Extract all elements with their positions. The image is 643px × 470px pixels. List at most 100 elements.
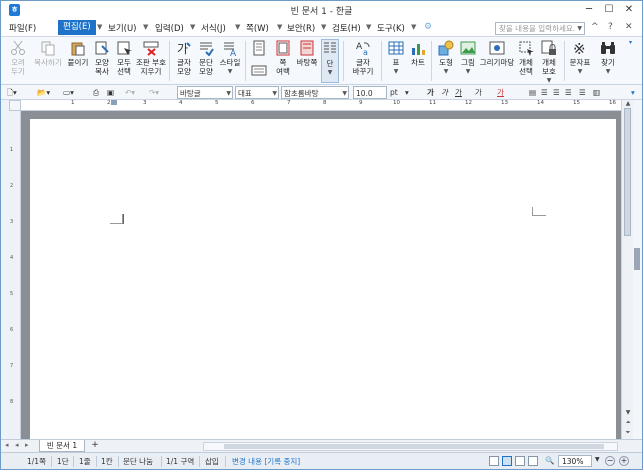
chevron-down-icon[interactable]: ▼ xyxy=(435,67,457,76)
save-icon[interactable]: ▭▾ xyxy=(63,86,74,99)
zoom-fit-icon[interactable] xyxy=(528,456,538,466)
ribbon-expand-icon[interactable]: ▾ xyxy=(629,39,632,46)
cut-button[interactable]: 오려 두기 xyxy=(5,39,31,83)
chevron-down-icon[interactable]: ▼ xyxy=(190,23,195,31)
zoom-input[interactable]: 130% xyxy=(558,455,592,467)
menu-review[interactable]: 검토(H) xyxy=(332,22,361,34)
add-tab-button[interactable]: + xyxy=(89,440,101,452)
chevron-down-icon[interactable]: ▼ xyxy=(322,68,338,77)
menu-format[interactable]: 서식(J) xyxy=(201,22,226,34)
format-copy-button[interactable]: 모양 복사 xyxy=(91,39,113,83)
status-insert-mode[interactable]: 삽입 xyxy=(205,456,219,467)
menu-file[interactable]: 파일(F) xyxy=(9,22,36,34)
quick-access-icon[interactable]: ⚙ xyxy=(424,22,432,32)
column-button[interactable]: 단 ▼ xyxy=(321,39,339,83)
find-button[interactable]: 찾기 ▼ xyxy=(597,39,619,83)
help-icon[interactable]: ? xyxy=(608,22,613,32)
zoom-in-icon[interactable]: + xyxy=(619,456,629,466)
unit-dropdown-icon[interactable]: ▾ xyxy=(405,86,409,99)
chevron-down-icon[interactable]: ▼ xyxy=(577,23,582,34)
align-justify-icon[interactable]: ▤ xyxy=(529,86,536,99)
font-lang-select[interactable]: 대표 ▼ xyxy=(235,86,279,99)
chevron-down-icon[interactable]: ▼ xyxy=(457,67,479,76)
picture-button[interactable]: 그림 ▼ xyxy=(457,39,479,83)
font-select[interactable]: 함초롬바탕 ▼ xyxy=(281,86,349,99)
panel-grip-icon[interactable] xyxy=(634,248,640,270)
copy-button[interactable]: 복사하기 xyxy=(31,39,65,83)
chevron-down-icon[interactable]: ▼ xyxy=(272,87,277,100)
chevron-down-icon[interactable]: ▼ xyxy=(277,23,282,31)
menu-page[interactable]: 쪽(W) xyxy=(246,22,269,34)
select-all-button[interactable]: 모두 선택 xyxy=(113,39,135,83)
font-color-button[interactable]: 가 xyxy=(497,86,504,99)
align-left-icon[interactable]: ☰ xyxy=(541,86,548,99)
status-page[interactable]: 1/1쪽 xyxy=(27,456,46,467)
horizontal-scrollbar[interactable] xyxy=(203,442,618,451)
object-protect-button[interactable]: 개체 보호 ▼ xyxy=(537,39,561,85)
hscroll-thumb[interactable] xyxy=(224,444,604,449)
replace-char-button[interactable]: Aa 글자 바꾸기 xyxy=(349,39,377,83)
page-view-mode-icon[interactable] xyxy=(502,456,512,466)
zoom-dropdown-icon[interactable]: ▼ xyxy=(595,456,600,463)
chevron-down-icon[interactable]: ▼ xyxy=(366,23,371,31)
chevron-down-icon[interactable]: ▼ xyxy=(97,23,102,31)
menu-edit[interactable]: 편집(E) xyxy=(58,20,96,35)
menu-insert[interactable]: 입력(D) xyxy=(155,22,184,34)
shape-button[interactable]: 도형 ▼ xyxy=(435,39,457,83)
char-shape-button[interactable]: 가 글자 모양 xyxy=(173,39,195,83)
chevron-down-icon[interactable]: ▼ xyxy=(385,67,407,76)
menu-security[interactable]: 보안(R) xyxy=(287,22,315,34)
drawing-gallery-button[interactable]: 그리기마당 xyxy=(479,39,515,83)
paste-button[interactable]: 붙이기 xyxy=(65,39,91,83)
magnifier-icon[interactable]: 🔍 xyxy=(545,456,554,465)
preview-icon[interactable]: ▣ xyxy=(107,86,114,99)
chevron-down-icon[interactable]: ▼ xyxy=(217,67,243,76)
print-icon[interactable]: ⎙ xyxy=(93,86,99,99)
menu-view[interactable]: 보기(U) xyxy=(108,22,137,34)
vertical-scrollbar[interactable]: ▲ ▼ ⏶ ⏷ xyxy=(621,100,633,439)
para-shape-button[interactable]: 문단 모양 xyxy=(195,39,217,83)
tab-prev-icon[interactable]: ◂ xyxy=(15,441,19,449)
status-track-changes[interactable]: 변경 내용 [기록 중지] xyxy=(232,456,300,467)
ruler-corner[interactable] xyxy=(9,100,21,111)
undo-icon[interactable]: ↶▾ xyxy=(125,86,135,99)
chevron-down-icon[interactable]: ▼ xyxy=(226,87,231,100)
clear-codes-button[interactable]: 조판 부호 지우기 xyxy=(135,39,167,83)
chevron-down-icon[interactable]: ▼ xyxy=(411,23,416,31)
object-select-button[interactable]: 개체 선택 xyxy=(515,39,537,83)
redo-icon[interactable]: ↷▾ xyxy=(149,86,159,99)
align-right-icon[interactable]: ☰ xyxy=(565,86,572,99)
bold-button[interactable]: 가 xyxy=(427,86,434,99)
view-mode-icon[interactable] xyxy=(489,456,499,466)
chevron-down-icon[interactable]: ▼ xyxy=(567,67,593,76)
menu-tools[interactable]: 도구(K) xyxy=(377,22,405,34)
full-screen-icon[interactable] xyxy=(515,456,525,466)
new-document-icon[interactable]: 🗋▾ xyxy=(7,86,17,99)
tab-next-icon[interactable]: ▸ xyxy=(25,441,29,449)
help-search-input[interactable]: 찾을 내용을 입력하세요. ▼ xyxy=(495,22,585,35)
style-button[interactable]: A 스타일 ▼ xyxy=(217,39,243,83)
vertical-ruler[interactable]: 1 2 3 4 5 6 7 8 xyxy=(9,111,21,439)
zoom-out-icon[interactable]: − xyxy=(605,456,615,466)
background-page-button[interactable]: 바탕쪽 xyxy=(295,39,319,83)
scroll-thumb[interactable] xyxy=(624,108,631,236)
style-select[interactable]: 바탕글 ▼ xyxy=(177,86,233,99)
align-distribute-icon[interactable]: ☰ xyxy=(579,86,586,99)
close-document-icon[interactable]: ✕ xyxy=(625,22,633,32)
chevron-down-icon[interactable]: ▼ xyxy=(537,76,561,85)
document-page[interactable] xyxy=(30,119,616,439)
close-button[interactable]: ✕ xyxy=(621,3,637,17)
indent-marker[interactable] xyxy=(111,100,117,105)
page-view-button[interactable] xyxy=(249,39,269,83)
chevron-down-icon[interactable]: ▼ xyxy=(143,23,148,31)
symbol-button[interactable]: ※ 문자표 ▼ xyxy=(567,39,593,83)
tab-document-1[interactable]: 빈 문서 1 xyxy=(39,440,85,452)
open-folder-icon[interactable]: 📂▾ xyxy=(37,86,50,99)
collapse-ribbon-icon[interactable]: ^ xyxy=(591,22,599,32)
toolbar-more-icon[interactable]: ▾ xyxy=(631,86,635,99)
chevron-down-icon[interactable]: ▼ xyxy=(321,23,326,31)
chevron-down-icon[interactable]: ▼ xyxy=(597,67,619,76)
align-center-icon[interactable]: ☰ xyxy=(553,86,560,99)
table-button[interactable]: 표 ▼ xyxy=(385,39,407,83)
align-divide-icon[interactable]: ▥ xyxy=(593,86,600,99)
